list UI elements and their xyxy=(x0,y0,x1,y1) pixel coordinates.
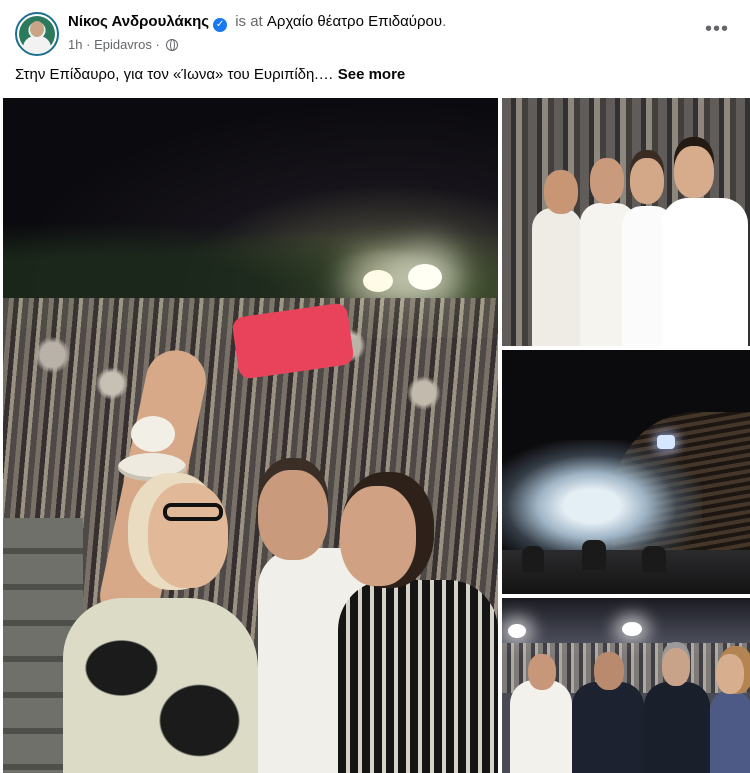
place-suffix: . xyxy=(442,13,447,30)
photo-grid xyxy=(0,98,750,773)
checkin-place-link[interactable]: Αρχαίο θέατρο Επιδαύρου xyxy=(267,13,442,30)
post-meta: 1h · Epidavros · xyxy=(68,37,179,52)
theatre-stage-photo[interactable] xyxy=(502,350,750,594)
meta-separator: · xyxy=(86,37,91,52)
caption-text: Στην Επίδαυρο, για τον «Ίωνα» του Ευριπί… xyxy=(15,66,334,83)
man-head xyxy=(258,470,328,560)
woman-right-head xyxy=(340,486,416,586)
woman-right xyxy=(338,580,498,773)
author-avatar[interactable] xyxy=(15,12,59,56)
floodlight xyxy=(622,622,642,636)
glasses xyxy=(163,503,223,521)
person xyxy=(532,208,582,346)
stage-light xyxy=(657,435,675,449)
group-portrait-photo[interactable] xyxy=(502,598,750,773)
person xyxy=(510,680,572,773)
selfie-photo[interactable] xyxy=(3,98,498,773)
verified-badge-icon: ✓ xyxy=(213,18,228,32)
bangle xyxy=(131,416,175,452)
silhouette xyxy=(522,546,544,572)
is-at-text: is at xyxy=(235,13,263,30)
floodlight xyxy=(408,264,442,290)
woman-left-head xyxy=(148,483,228,588)
floodlight xyxy=(363,270,393,292)
person-head xyxy=(544,170,578,214)
person-head xyxy=(716,654,744,694)
globe-icon[interactable] xyxy=(166,39,179,51)
person xyxy=(662,198,748,346)
silhouette xyxy=(582,540,606,570)
bangle xyxy=(118,453,186,481)
person-head xyxy=(630,158,664,204)
see-more-link[interactable]: See more xyxy=(338,66,406,83)
post-time[interactable]: 1h xyxy=(68,37,82,52)
avatar-shirt xyxy=(23,36,51,54)
post-location: Epidavros xyxy=(94,37,152,52)
post-caption: Στην Επίδαυρο, για τον «Ίωνα» του Ευριπί… xyxy=(15,66,405,83)
person xyxy=(572,682,644,773)
post-header: Νίκος Ανδρουλάκης ✓ is at Αρχαίο θέατρο Ε… xyxy=(0,0,750,62)
avatar-face xyxy=(30,21,44,37)
meta-separator-2: · xyxy=(155,37,160,52)
person xyxy=(710,690,750,773)
woman-left xyxy=(63,598,258,773)
audience-group-photo[interactable] xyxy=(502,98,750,346)
author-name[interactable]: Νίκος Ανδρουλάκης xyxy=(68,13,209,30)
person-head xyxy=(590,158,624,204)
person-head xyxy=(662,648,690,686)
floodlight xyxy=(508,624,526,638)
facebook-post: Νίκος Ανδρουλάκης ✓ is at Αρχαίο θέατρο Ε… xyxy=(0,0,750,773)
person-head xyxy=(674,146,714,198)
person-head xyxy=(594,652,624,690)
more-options-button[interactable]: ••• xyxy=(700,18,734,46)
person xyxy=(644,682,710,773)
silhouette xyxy=(642,546,666,572)
post-title-line: Νίκος Ανδρουλάκης ✓ is at Αρχαίο θέατρο Ε… xyxy=(68,13,446,32)
person-head xyxy=(528,654,556,690)
